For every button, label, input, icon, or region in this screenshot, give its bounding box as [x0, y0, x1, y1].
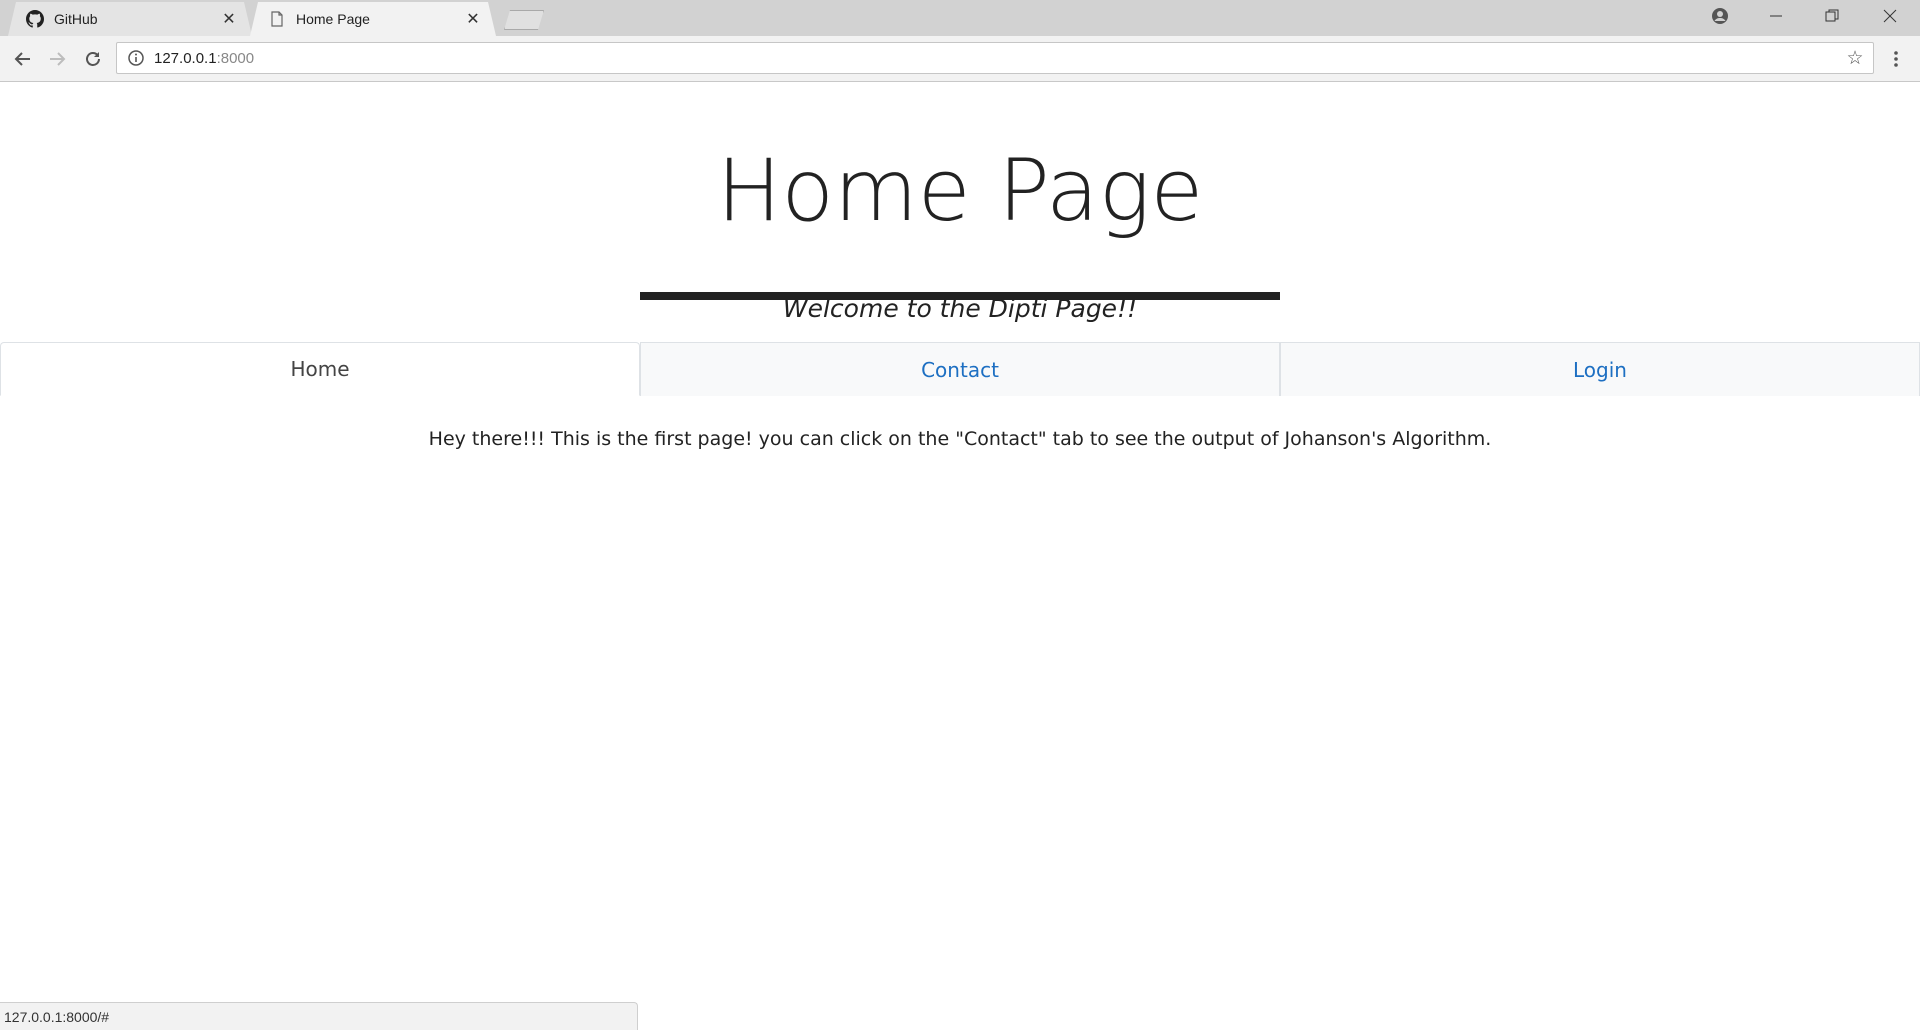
forward-arrow-icon[interactable] — [42, 44, 72, 74]
page-title: Home Page — [706, 142, 1214, 234]
browser-toolbar: 127.0.0.1:8000 ☆ — [0, 36, 1920, 82]
status-bar: 127.0.0.1:8000/# — [0, 1002, 638, 1030]
close-icon[interactable]: ✕ — [220, 10, 238, 28]
back-arrow-icon[interactable] — [8, 44, 38, 74]
browser-titlebar: GitHub ✕ Home Page ✕ — [0, 0, 1920, 36]
tab-contact[interactable]: Contact — [640, 342, 1280, 396]
url-host: 127.0.0.1 — [154, 49, 217, 67]
reload-icon[interactable] — [78, 44, 108, 74]
page-header: Home Page — [640, 142, 1280, 300]
intro-text: Hey there!!! This is the first page! you… — [428, 428, 1492, 450]
tab-login[interactable]: Login — [1280, 342, 1920, 396]
github-icon — [26, 10, 44, 28]
url-port: :8000 — [216, 49, 255, 67]
profile-icon[interactable] — [1692, 0, 1748, 32]
restore-icon[interactable] — [1804, 0, 1860, 32]
address-bar[interactable]: 127.0.0.1:8000 ☆ — [116, 42, 1874, 74]
close-window-icon[interactable] — [1862, 0, 1918, 32]
minimize-icon[interactable] — [1748, 0, 1804, 32]
browser-tab-github[interactable]: GitHub ✕ — [8, 2, 252, 36]
browser-tab-home-page[interactable]: Home Page ✕ — [250, 2, 496, 36]
menu-dots-icon[interactable] — [1886, 44, 1906, 74]
bookmark-star-icon[interactable]: ☆ — [1845, 48, 1865, 69]
info-icon[interactable] — [126, 48, 146, 68]
page-icon — [268, 10, 286, 28]
close-icon[interactable]: ✕ — [464, 10, 482, 28]
tab-home[interactable]: Home — [0, 342, 640, 396]
tab-title: GitHub — [54, 11, 98, 27]
page-content: Home Page Welcome to the Dipti Page!! Ho… — [0, 82, 1920, 1030]
new-tab-button[interactable] — [504, 10, 544, 30]
nav-tabs: Home Contact Login — [0, 342, 1920, 396]
tab-title: Home Page — [296, 11, 370, 27]
welcome-subtitle: Welcome to the Dipti Page!! — [782, 294, 1138, 323]
